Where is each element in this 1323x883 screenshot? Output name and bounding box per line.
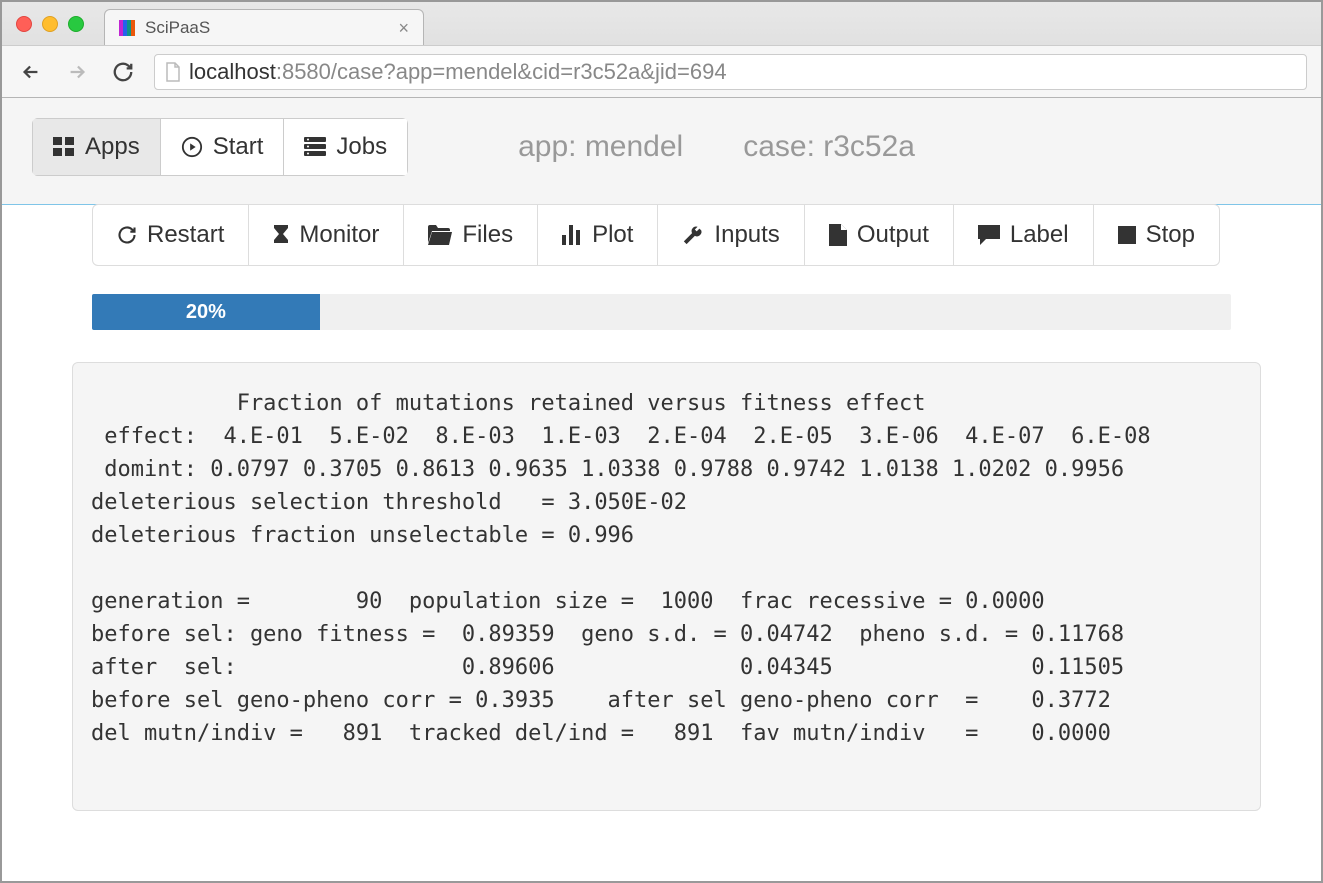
tab-bar: SciPaaS ×: [2, 2, 1321, 45]
window-controls: [16, 16, 84, 32]
grid-icon: [53, 137, 75, 157]
folder-open-icon: [428, 225, 452, 245]
window-close-button[interactable]: [16, 16, 32, 32]
play-circle-icon: [181, 136, 203, 158]
nav-apps-label: Apps: [85, 133, 140, 161]
files-button[interactable]: Files: [404, 205, 538, 265]
plot-label: Plot: [592, 221, 633, 249]
file-icon: [829, 224, 847, 246]
console-output: Fraction of mutations retained versus fi…: [72, 362, 1261, 811]
nav-apps-button[interactable]: Apps: [32, 118, 161, 176]
nav-reload-button[interactable]: [108, 57, 138, 87]
main-nav-group: Apps Start Jobs: [32, 118, 408, 176]
url-text: localhost:8580/case?app=mendel&cid=r3c52…: [189, 59, 727, 85]
app-name-label: app: mendel: [518, 130, 683, 164]
plot-button[interactable]: Plot: [538, 205, 658, 265]
browser-chrome: SciPaaS × localhost:8580/case?app=mendel…: [2, 2, 1321, 98]
page-icon: [165, 62, 181, 82]
browser-tab[interactable]: SciPaaS ×: [104, 9, 424, 45]
server-icon: [304, 137, 326, 157]
header-info: app: mendel case: r3c52a: [518, 130, 915, 164]
output-button[interactable]: Output: [805, 205, 954, 265]
wrench-icon: [682, 224, 704, 246]
output-label: Output: [857, 221, 929, 249]
nav-jobs-label: Jobs: [336, 133, 387, 161]
files-label: Files: [462, 221, 513, 249]
toolbar-row: Restart Monitor Files Plot Inputs Output…: [2, 204, 1321, 266]
tab-close-icon[interactable]: ×: [398, 18, 409, 39]
favicon-icon: [119, 20, 135, 36]
window-maximize-button[interactable]: [68, 16, 84, 32]
monitor-button[interactable]: Monitor: [249, 205, 404, 265]
stop-label: Stop: [1146, 221, 1195, 249]
bar-chart-icon: [562, 225, 582, 245]
comment-icon: [978, 225, 1000, 245]
inputs-label: Inputs: [714, 221, 779, 249]
nav-back-button[interactable]: [16, 57, 46, 87]
case-id-label: case: r3c52a: [743, 130, 915, 164]
progress-bar-fill: 20%: [92, 294, 320, 330]
progress-bar-track: 20%: [92, 294, 1231, 330]
stop-button[interactable]: Stop: [1094, 205, 1219, 265]
stop-icon: [1118, 226, 1136, 244]
label-button[interactable]: Label: [954, 205, 1094, 265]
progress-text: 20%: [186, 301, 226, 324]
url-bar[interactable]: localhost:8580/case?app=mendel&cid=r3c52…: [154, 54, 1307, 90]
app-header: Apps Start Jobs app: mendel case: r3c52a: [2, 98, 1321, 205]
browser-nav-bar: localhost:8580/case?app=mendel&cid=r3c52…: [2, 45, 1321, 97]
window-minimize-button[interactable]: [42, 16, 58, 32]
restart-label: Restart: [147, 221, 224, 249]
inputs-button[interactable]: Inputs: [658, 205, 804, 265]
refresh-icon: [117, 225, 137, 245]
label-label: Label: [1010, 221, 1069, 249]
restart-button[interactable]: Restart: [93, 205, 249, 265]
progress-container: 20%: [2, 266, 1321, 348]
toolbar: Restart Monitor Files Plot Inputs Output…: [92, 204, 1220, 266]
nav-jobs-button[interactable]: Jobs: [284, 118, 408, 176]
monitor-label: Monitor: [299, 221, 379, 249]
nav-start-button[interactable]: Start: [161, 118, 285, 176]
nav-forward-button[interactable]: [62, 57, 92, 87]
tab-title: SciPaaS: [145, 18, 388, 38]
hourglass-icon: [273, 224, 289, 246]
nav-start-label: Start: [213, 133, 264, 161]
